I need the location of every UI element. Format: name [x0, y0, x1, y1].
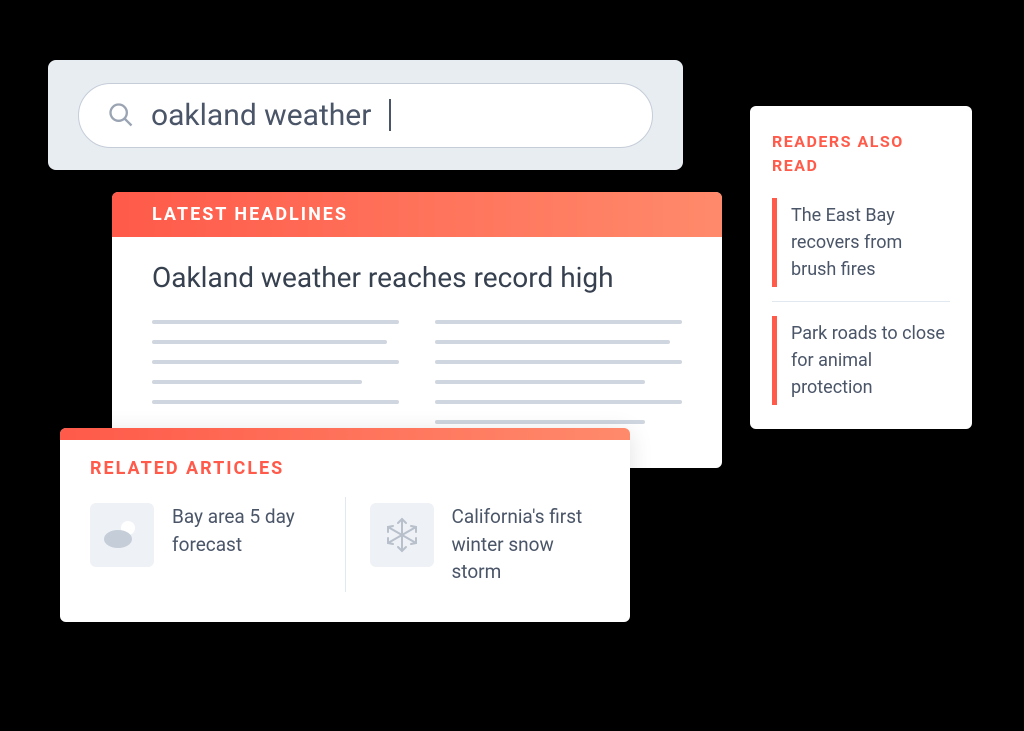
readers-section-label: READERS ALSO READ	[772, 130, 950, 178]
related-article-item[interactable]: Bay area 5 day forecast	[90, 497, 346, 592]
text-cursor	[389, 99, 391, 131]
reader-item[interactable]: The East Bay recovers from brush fires	[772, 198, 950, 287]
latest-headlines-card: LATEST HEADLINES Oakland weather reaches…	[112, 192, 722, 468]
related-header-accent	[60, 428, 630, 440]
search-query-text: oakland weather	[151, 98, 371, 133]
reader-item[interactable]: Park roads to close for animal protectio…	[772, 316, 950, 405]
related-articles-card: RELATED ARTICLES Bay area 5 day forecast	[60, 428, 630, 622]
placeholder-line	[152, 400, 399, 404]
placeholder-line	[435, 320, 682, 324]
search-bar-container: oakland weather	[48, 60, 683, 170]
headlines-section-label: LATEST HEADLINES	[112, 192, 722, 237]
placeholder-line	[435, 400, 682, 404]
placeholder-line	[435, 360, 682, 364]
placeholder-line	[152, 360, 399, 364]
reader-item-title: The East Bay recovers from brush fires	[791, 205, 902, 280]
readers-also-read-card: READERS ALSO READ The East Bay recovers …	[750, 106, 972, 429]
reader-item-title: Park roads to close for animal protectio…	[791, 323, 945, 398]
placeholder-line	[152, 340, 387, 344]
weather-cloud-sun-icon	[90, 503, 154, 567]
related-items-row: Bay area 5 day forecast California's fir…	[60, 487, 630, 622]
placeholder-line	[435, 340, 670, 344]
search-input[interactable]: oakland weather	[78, 83, 653, 148]
related-article-title: California's first winter snow storm	[452, 503, 601, 586]
headline-title[interactable]: Oakland weather reaches record high	[152, 261, 682, 294]
snowflake-icon	[370, 503, 434, 567]
search-icon	[107, 101, 135, 129]
related-article-title: Bay area 5 day forecast	[172, 503, 321, 558]
related-article-item[interactable]: California's first winter snow storm	[346, 497, 601, 592]
placeholder-line	[152, 380, 362, 384]
related-section-label: RELATED ARTICLES	[60, 440, 630, 487]
separator	[772, 301, 950, 302]
placeholder-line	[152, 320, 399, 324]
placeholder-line	[435, 380, 645, 384]
article-text-placeholder	[152, 320, 682, 440]
placeholder-line	[435, 420, 645, 424]
